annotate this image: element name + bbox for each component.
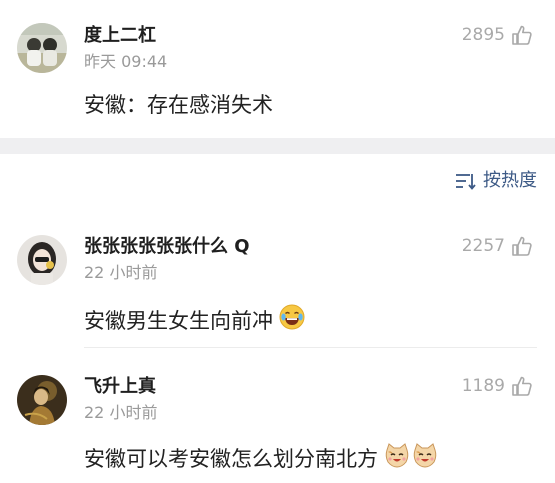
avatar[interactable] (17, 235, 67, 285)
like-count: 1189 (461, 376, 505, 396)
cat-face-emoji (412, 442, 438, 475)
comment-text: 安徽可以考安徽怎么划分南北方 (84, 442, 438, 475)
username[interactable]: 飞升上真 (84, 376, 156, 398)
laughing-tears-emoji (279, 304, 305, 337)
like-button[interactable]: 2895 (462, 24, 533, 46)
timestamp: 22 小时前 (84, 403, 158, 422)
thumbs-up-icon (512, 376, 532, 396)
avatar[interactable] (17, 375, 67, 425)
timestamp: 昨天 09:44 (84, 52, 168, 71)
comment-body: 安徽可以考安徽怎么划分南北方 (84, 446, 378, 471)
comment-divider (84, 347, 537, 348)
timestamp: 22 小时前 (84, 263, 158, 282)
thumbs-up-icon (512, 25, 532, 45)
comment-item: 度上二杠 昨天 09:44 2895 安徽：存在感消失术 (0, 0, 555, 138)
avatar[interactable] (17, 23, 67, 73)
section-divider-band (0, 138, 555, 154)
like-count: 2257 (461, 236, 505, 256)
comment-body: 安徽男生女生向前冲 (84, 308, 273, 333)
comment-body: 安徽：存在感消失术 (84, 93, 273, 117)
like-count: 2895 (461, 25, 505, 45)
comment-item: 飞升上真 22 小时前 1189 安徽可以考安徽怎么划分南北方 (0, 355, 555, 483)
sort-lines-icon (456, 174, 476, 190)
thumbs-up-icon (512, 236, 532, 256)
sort-by-hot-button[interactable]: 按热度 (455, 170, 537, 192)
like-button[interactable]: 1189 (462, 375, 533, 397)
like-button[interactable]: 2257 (462, 235, 533, 257)
username[interactable]: 张张张张张张什么 Q (84, 236, 250, 258)
avatar-two-figures-icon (17, 23, 67, 73)
comment-item: 张张张张张张什么 Q 22 小时前 2257 安徽男生女生向前冲 (0, 220, 555, 348)
username[interactable]: 度上二杠 (84, 25, 156, 47)
cat-face-emoji (384, 442, 410, 475)
comment-text: 安徽男生女生向前冲 (84, 304, 305, 337)
comment-text: 安徽：存在感消失术 (84, 91, 273, 119)
avatar-portrait-icon (17, 235, 67, 285)
sort-label: 按热度 (483, 170, 537, 191)
avatar-painting-icon (17, 375, 67, 425)
